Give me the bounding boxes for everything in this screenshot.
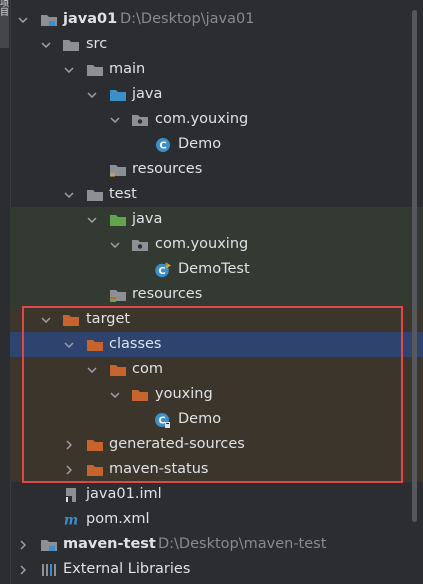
tree-row-main-package[interactable]: com.youxing	[0, 107, 423, 132]
excluded-folder-icon	[131, 382, 149, 407]
tree-row-generated-sources[interactable]: generated-sources	[0, 432, 423, 457]
chevron-right-icon[interactable]	[62, 457, 76, 482]
chevron-down-icon[interactable]	[85, 82, 99, 107]
folder-label-youxing: youxing	[155, 386, 213, 402]
source-folder-icon	[109, 82, 127, 107]
file-label-iml: java01.iml	[86, 486, 162, 502]
folder-label-main-java: java	[132, 86, 163, 102]
class-icon: C	[154, 132, 172, 157]
tree-row-test-package[interactable]: com.youxing	[0, 232, 423, 257]
folder-label-maven-status: maven-status	[109, 461, 209, 477]
chevron-down-icon[interactable]	[62, 332, 76, 357]
project-tree-panel: 项目 java01 D:\Desktop\java01 src main jav…	[0, 0, 423, 584]
tree-row-com[interactable]: com	[0, 357, 423, 382]
folder-label-classes: classes	[109, 336, 162, 352]
chevron-down-icon[interactable]	[62, 182, 76, 207]
chevron-down-icon[interactable]	[16, 7, 30, 32]
svg-text:m: m	[64, 512, 78, 528]
tree-row-main[interactable]: main	[0, 57, 423, 82]
compiled-class-icon: C	[154, 407, 172, 432]
excluded-folder-icon	[86, 457, 104, 482]
resources-folder-icon	[109, 157, 127, 182]
module-folder-icon	[40, 7, 58, 32]
chevron-down-icon[interactable]	[39, 32, 53, 57]
vertical-scrollbar[interactable]	[412, 10, 417, 522]
folder-icon	[86, 57, 104, 82]
tree-row-youxing[interactable]: youxing	[0, 382, 423, 407]
excluded-folder-icon	[109, 357, 127, 382]
tree-row-demo-class[interactable]: C Demo	[0, 132, 423, 157]
package-icon	[131, 107, 149, 132]
chevron-down-icon[interactable]	[85, 357, 99, 382]
svg-text:C: C	[158, 266, 165, 277]
tree-row-main-resources[interactable]: resources	[0, 157, 423, 182]
tree-row-classes[interactable]: classes	[0, 332, 423, 357]
chevron-down-icon[interactable]	[62, 57, 76, 82]
tree-row-test[interactable]: test	[0, 182, 423, 207]
chevron-right-icon[interactable]	[62, 432, 76, 457]
external-libraries-label: External Libraries	[63, 561, 191, 577]
chevron-down-icon[interactable]	[108, 382, 122, 407]
tree-row-pom-file[interactable]: m pom.xml	[0, 507, 423, 532]
tree-row-iml-file[interactable]: java01.iml	[0, 482, 423, 507]
module-path-java01: D:\Desktop\java01	[120, 11, 255, 27]
excluded-folder-icon	[86, 432, 104, 457]
class-label-demotest: DemoTest	[178, 261, 250, 277]
iml-file-icon	[62, 482, 80, 507]
test-resources-folder-icon	[109, 282, 127, 307]
file-label-pom: pom.xml	[86, 511, 150, 527]
folder-label-com: com	[132, 361, 163, 377]
tree-row-test-java[interactable]: java	[0, 207, 423, 232]
tree-row-maven-test[interactable]: maven-test D:\Desktop\maven-test	[0, 532, 423, 557]
chevron-right-icon[interactable]	[16, 557, 30, 582]
tree-row-test-resources[interactable]: resources	[0, 282, 423, 307]
excluded-folder-icon	[86, 332, 104, 357]
folder-label-generated-sources: generated-sources	[109, 436, 245, 452]
module-path-maven-test: D:\Desktop\maven-test	[158, 536, 327, 552]
chevron-down-icon[interactable]	[108, 232, 122, 257]
tree-row-demotest-class[interactable]: C DemoTest	[0, 257, 423, 282]
tree-row-target[interactable]: target	[0, 307, 423, 332]
tree-row-src[interactable]: src	[0, 32, 423, 57]
svg-text:C: C	[158, 415, 165, 426]
package-icon	[131, 232, 149, 257]
test-source-folder-icon	[109, 207, 127, 232]
folder-label-test: test	[109, 186, 137, 202]
test-class-icon: C	[154, 257, 172, 282]
tree-row-compiled-demo[interactable]: C Demo	[0, 407, 423, 432]
chevron-right-icon[interactable]	[16, 532, 30, 557]
module-name-java01: java01	[63, 11, 118, 27]
library-icon	[40, 557, 58, 582]
tree-row-maven-status[interactable]: maven-status	[0, 457, 423, 482]
chevron-down-icon[interactable]	[85, 207, 99, 232]
folder-icon	[62, 32, 80, 57]
folder-label-test-java: java	[132, 211, 163, 227]
module-name-maven-test: maven-test	[63, 536, 156, 552]
maven-file-icon: m	[62, 507, 80, 532]
tree-row-java01[interactable]: java01 D:\Desktop\java01	[0, 7, 423, 32]
class-label-compiled-demo: Demo	[178, 411, 222, 427]
folder-label-src: src	[86, 36, 108, 52]
folder-label-main-resources: resources	[132, 161, 203, 177]
class-label-demo: Demo	[178, 136, 222, 152]
folder-icon	[86, 182, 104, 207]
tree-row-main-java[interactable]: java	[0, 82, 423, 107]
svg-text:C: C	[159, 140, 166, 151]
folder-label-target: target	[86, 311, 131, 327]
chevron-down-icon[interactable]	[39, 307, 53, 332]
folder-label-main: main	[109, 61, 146, 77]
module-folder-icon	[40, 532, 58, 557]
tree-row-external-libraries[interactable]: External Libraries	[0, 557, 423, 582]
folder-label-test-resources: resources	[132, 286, 203, 302]
package-label-main: com.youxing	[155, 111, 249, 127]
chevron-down-icon[interactable]	[108, 107, 122, 132]
package-label-test: com.youxing	[155, 236, 249, 252]
excluded-folder-icon	[62, 307, 80, 332]
